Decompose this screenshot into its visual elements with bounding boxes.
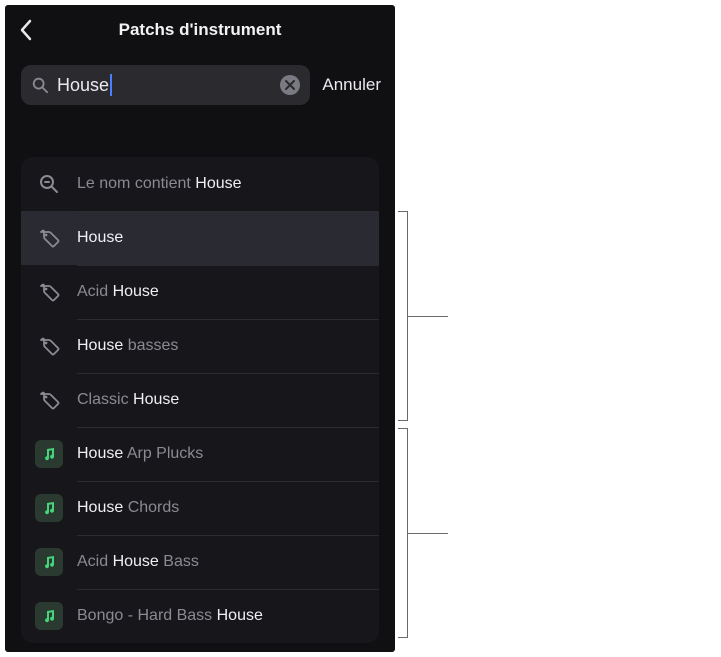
chevron-left-icon	[19, 19, 33, 41]
tag-label: Acid House	[77, 283, 159, 301]
instrument-patches-panel: Patchs d'instrument House Annuler	[5, 5, 395, 652]
search-input[interactable]: House	[57, 74, 272, 96]
callout-stem-patches	[408, 533, 448, 534]
tag-row[interactable]: Acid House	[21, 265, 379, 319]
cancel-button[interactable]: Annuler	[322, 75, 383, 95]
music-note-icon	[35, 494, 63, 522]
patch-row[interactable]: Acid House Bass	[21, 535, 379, 589]
tag-icon	[35, 224, 63, 252]
music-note-icon	[35, 602, 63, 630]
music-note-icon	[35, 440, 63, 468]
search-row: House Annuler	[5, 55, 395, 117]
patch-label: Acid House Bass	[77, 553, 199, 571]
search-value: House	[57, 75, 109, 96]
tag-label: House basses	[77, 337, 178, 355]
name-contains-label: Le nom contient House	[77, 175, 242, 193]
patch-row[interactable]: Bongo - Hard Bass House	[21, 589, 379, 643]
patch-label: House Arp Plucks	[77, 445, 203, 463]
callout-stem-tags	[408, 316, 448, 317]
tag-row[interactable]: House basses	[21, 319, 379, 373]
patch-row[interactable]: House Chords	[21, 481, 379, 535]
tag-label: Classic House	[77, 391, 179, 409]
back-button[interactable]	[19, 19, 33, 41]
tag-row[interactable]: Classic House	[21, 373, 379, 427]
panel-header: Patchs d'instrument	[5, 5, 395, 55]
music-note-icon	[35, 548, 63, 576]
search-results: Le nom contient House House Acid House	[21, 157, 379, 643]
patch-label: House Chords	[77, 499, 179, 517]
search-icon	[31, 76, 49, 94]
tag-icon	[35, 332, 63, 360]
clear-search-button[interactable]	[280, 75, 300, 95]
tag-icon	[35, 386, 63, 414]
text-caret	[110, 74, 112, 96]
search-field[interactable]: House	[21, 65, 310, 105]
callout-bracket-tags	[398, 211, 408, 421]
patch-label: Bongo - Hard Bass House	[77, 607, 263, 625]
close-icon	[285, 80, 295, 90]
tag-label: House	[77, 229, 123, 247]
patch-row[interactable]: House Arp Plucks	[21, 427, 379, 481]
tag-row[interactable]: House	[21, 211, 379, 265]
search-filter-icon	[35, 170, 63, 198]
tag-icon	[35, 278, 63, 306]
callout-bracket-patches	[398, 428, 408, 638]
name-contains-row[interactable]: Le nom contient House	[21, 157, 379, 211]
panel-title: Patchs d'instrument	[5, 20, 395, 40]
